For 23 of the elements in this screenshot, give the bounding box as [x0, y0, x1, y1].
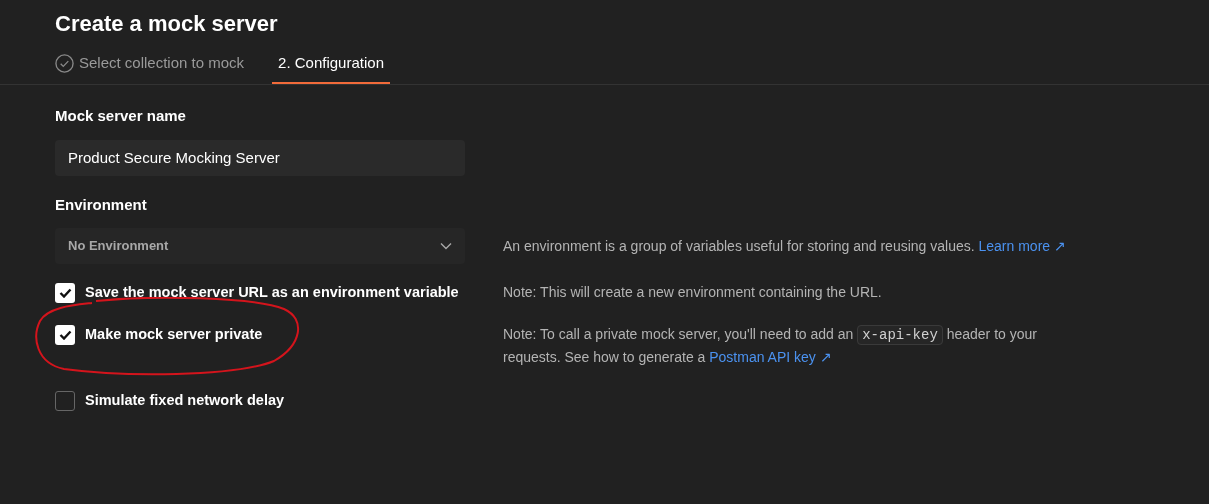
field-label: Mock server name [55, 106, 186, 126]
checkbox[interactable] [55, 391, 75, 411]
environment-description: An environment is a group of variables useful for storing and reusing values. Learn more ↗ [503, 236, 1066, 256]
learn-more-link[interactable]: Learn more ↗ [978, 237, 1066, 254]
check-circle-icon [55, 53, 74, 73]
code-snippet: x-api-key [857, 325, 943, 345]
step-tab[interactable]: Select collection to mock [55, 44, 245, 84]
checkbox-label: Make mock server private [85, 325, 263, 343]
environment-dropdown[interactable]: No Environment [55, 228, 465, 264]
checkmark-icon [58, 288, 72, 298]
checkbox[interactable] [55, 325, 75, 345]
step-tab[interactable]: 2. Configuration [272, 44, 390, 84]
checkbox-label: Save the mock server URL as an environment variable [85, 283, 459, 301]
server-name-field[interactable]: Product Secure Mocking Server [55, 139, 465, 176]
chevron-down-icon [440, 242, 452, 250]
option-note: Note: To call a private mock server, you'll need to add an x-api-key header to your requests. See how to generate a Postman API key ↗ [503, 324, 1038, 367]
checkbox-label: Simulate fixed network delay [85, 391, 285, 409]
field-label: Environment [55, 194, 147, 215]
checkbox[interactable] [55, 283, 75, 303]
page-title: Create a mock server [55, 10, 278, 38]
api-key-link[interactable]: Postman API key ↗ [709, 349, 832, 365]
option-note: Note: This will create a new environment containing the URL. [503, 283, 883, 302]
checkmark-icon [58, 330, 72, 340]
